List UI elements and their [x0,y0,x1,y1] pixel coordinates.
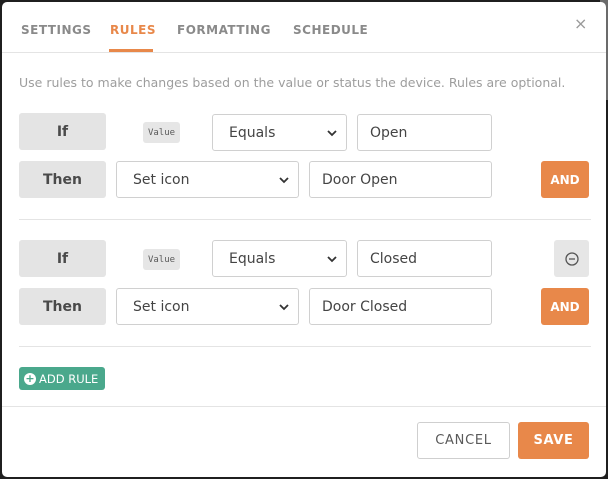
rule-divider [19,219,591,220]
tab-rules[interactable]: RULES [110,23,156,37]
add-rule-button[interactable]: + ADD RULE [19,367,105,390]
chevron-down-icon [327,256,337,263]
chevron-down-icon [327,130,337,137]
rule-1-action-input[interactable]: Door Open [309,161,492,198]
footer-divider [2,406,606,407]
rule-1-and-button[interactable]: AND [541,161,589,198]
rule-2-action-input[interactable]: Door Closed [309,288,492,325]
rule-1-compare-input[interactable]: Open [357,114,492,151]
rule-1-action-select[interactable]: Set icon [116,161,299,198]
close-icon[interactable]: × [574,14,587,33]
rule-2-compare-input[interactable]: Closed [357,240,492,277]
tab-schedule[interactable]: SCHEDULE [293,23,368,37]
tab-settings[interactable]: SETTINGS [21,23,92,37]
plus-circle-icon: + [24,371,36,385]
rule-1-action-value: Set icon [133,171,190,188]
rule-2-and-button[interactable]: AND [541,288,589,325]
tab-formatting[interactable]: FORMATTING [177,23,271,37]
save-button[interactable]: SAVE [518,422,589,459]
minus-circle-icon [564,251,579,266]
rule-1-if-label: If [19,113,106,150]
rules-dialog: SETTINGS RULES FORMATTING SCHEDULE × Use… [2,2,606,477]
rule-2-action-value: Set icon [133,298,190,315]
add-rule-label: ADD RULE [39,371,99,386]
rule-2-then-label: Then [19,288,106,325]
chevron-down-icon [279,177,289,184]
rule-2-operator-select[interactable]: Equals [212,240,347,277]
rule-2-operator-value: Equals [229,250,276,267]
rule-2-remove-button[interactable] [554,240,589,277]
rule-1-operator-value: Equals [229,124,276,141]
rule-2-value-tag: Value [143,249,180,270]
tab-bar: SETTINGS RULES FORMATTING SCHEDULE [2,2,606,53]
rule-2-if-label: If [19,240,106,277]
rule-divider [19,346,591,347]
chevron-down-icon [279,304,289,311]
rule-2-action-select[interactable]: Set icon [116,288,299,325]
rule-1-then-label: Then [19,161,106,198]
rule-1-operator-select[interactable]: Equals [212,114,347,151]
active-tab-indicator [109,49,153,52]
cancel-button[interactable]: CANCEL [417,422,510,459]
rules-description: Use rules to make changes based on the v… [19,75,566,90]
rule-1-value-tag: Value [143,122,180,143]
